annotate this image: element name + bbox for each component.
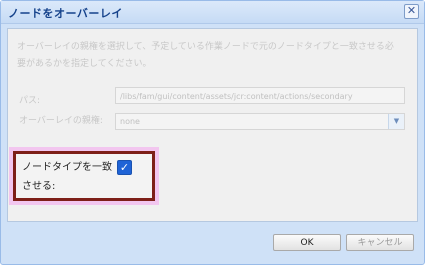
- ok-button[interactable]: OK: [273, 234, 341, 251]
- match-node-type-row: ノードタイプを一致させる: ✓: [13, 151, 155, 201]
- overlay-type-value: none: [120, 117, 140, 126]
- cancel-button[interactable]: キャンセル: [346, 234, 414, 251]
- dialog-titlebar[interactable]: ノードをオーバーレイ ✕: [1, 1, 424, 24]
- close-icon[interactable]: ✕: [404, 4, 419, 19]
- chevron-down-icon[interactable]: ▼: [388, 114, 404, 129]
- overlay-type-label: オーバーレイの親権:: [19, 116, 103, 126]
- match-node-type-label: ノードタイプを一致させる:: [22, 162, 112, 192]
- path-label: パス:: [19, 96, 41, 106]
- overlay-node-dialog: ノードをオーバーレイ ✕ オーバーレイの親権を選択して、予定している作業ノードで…: [0, 0, 425, 265]
- path-field[interactable]: /libs/fam/gui/content/assets/jcr:content…: [115, 87, 405, 104]
- match-node-type-checkbox[interactable]: ✓: [117, 160, 132, 175]
- overlay-type-select[interactable]: none ▼: [115, 113, 405, 130]
- dialog-description: オーバーレイの親権を選択して、予定している作業ノードで元のノードタイプと一致させ…: [17, 42, 394, 69]
- dialog-title: ノードをオーバーレイ: [8, 7, 123, 20]
